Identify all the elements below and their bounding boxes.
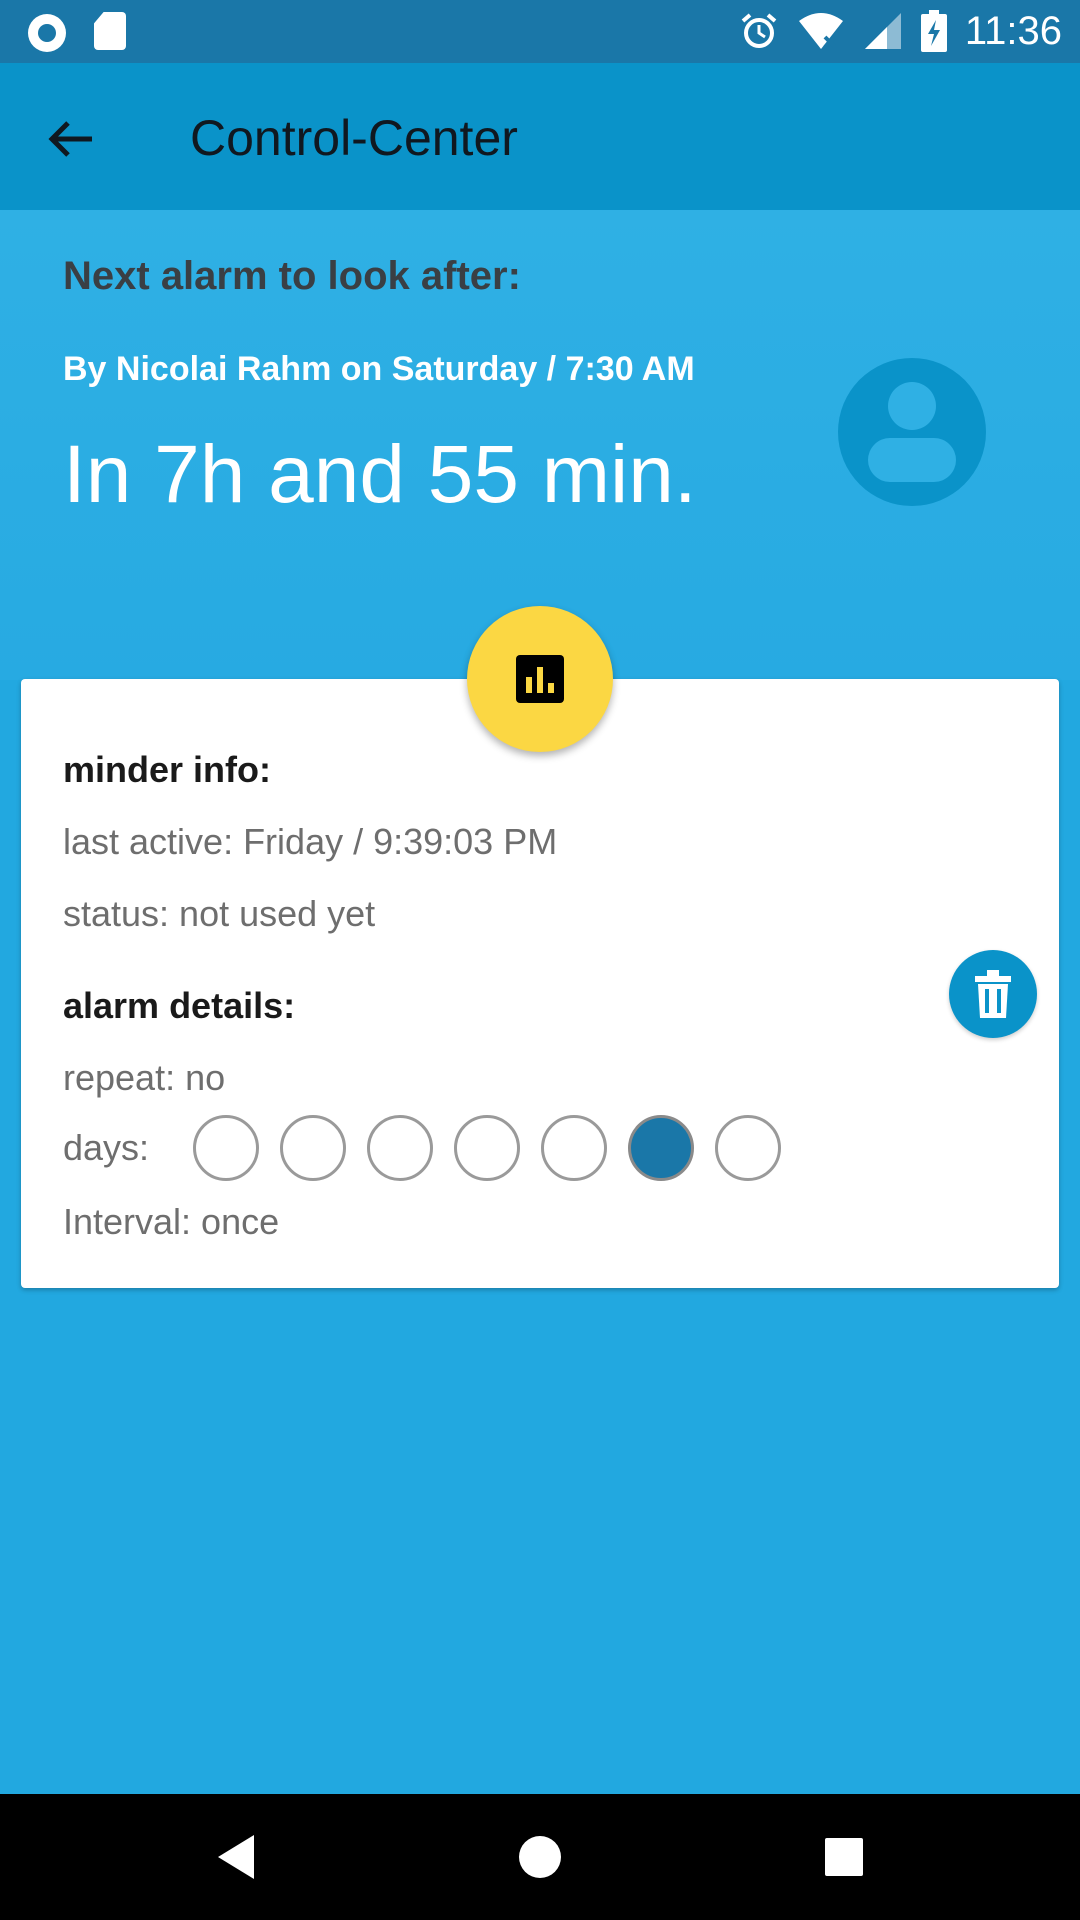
trash-icon bbox=[975, 970, 1011, 1018]
alarm-owner-line: By Nicolai Rahm on Saturday / 7:30 AM bbox=[63, 350, 695, 388]
repeat-text: repeat: no bbox=[63, 1057, 226, 1098]
day-circle-3 bbox=[367, 1115, 433, 1181]
record-icon bbox=[28, 14, 66, 52]
wifi-icon bbox=[798, 13, 843, 49]
day-circle-1 bbox=[193, 1115, 259, 1181]
alarm-info-card: minder info: last active: Friday / 9:39:… bbox=[21, 679, 1059, 1288]
app-bar: Control-Center bbox=[0, 63, 1080, 210]
arrow-back-icon[interactable] bbox=[44, 111, 100, 167]
page-title: Control-Center bbox=[190, 110, 518, 166]
status-text: status: not used yet bbox=[63, 893, 376, 934]
triangle-back-icon bbox=[218, 1835, 254, 1879]
signal-icon bbox=[864, 13, 901, 49]
status-bar: 11:36 bbox=[0, 0, 1080, 63]
delete-button[interactable] bbox=[949, 950, 1037, 1038]
day-circle-2 bbox=[280, 1115, 346, 1181]
system-nav-bar bbox=[0, 1794, 1080, 1920]
last-active-text: last active: Friday / 9:39:03 PM bbox=[63, 821, 558, 862]
battery-charging-icon bbox=[920, 10, 947, 52]
person-icon[interactable] bbox=[838, 358, 986, 506]
square-recents-icon bbox=[825, 1838, 863, 1876]
nav-back-button[interactable] bbox=[176, 1794, 296, 1920]
days-row: days: bbox=[63, 1113, 802, 1183]
alarm-details-header: alarm details: bbox=[63, 985, 296, 1026]
bar-chart-icon bbox=[516, 655, 564, 703]
day-circle-7 bbox=[715, 1115, 781, 1181]
nav-recents-button[interactable] bbox=[784, 1794, 904, 1920]
alarm-countdown: In 7h and 55 min. bbox=[63, 429, 697, 520]
nav-home-button[interactable] bbox=[480, 1794, 600, 1920]
day-circle-5 bbox=[541, 1115, 607, 1181]
next-alarm-label: Next alarm to look after: bbox=[63, 254, 521, 298]
minder-info-header: minder info: bbox=[63, 749, 271, 790]
circle-home-icon bbox=[519, 1836, 561, 1878]
days-label: days: bbox=[63, 1127, 150, 1168]
sd-card-icon bbox=[94, 12, 126, 50]
interval-text: Interval: once bbox=[63, 1201, 280, 1242]
stats-button[interactable] bbox=[467, 606, 613, 752]
day-circle-4 bbox=[454, 1115, 520, 1181]
status-icons: 11:36 bbox=[739, 8, 1062, 54]
alarm-icon bbox=[741, 13, 777, 48]
clock: 11:36 bbox=[964, 8, 1062, 53]
day-circle-6 bbox=[628, 1115, 694, 1181]
